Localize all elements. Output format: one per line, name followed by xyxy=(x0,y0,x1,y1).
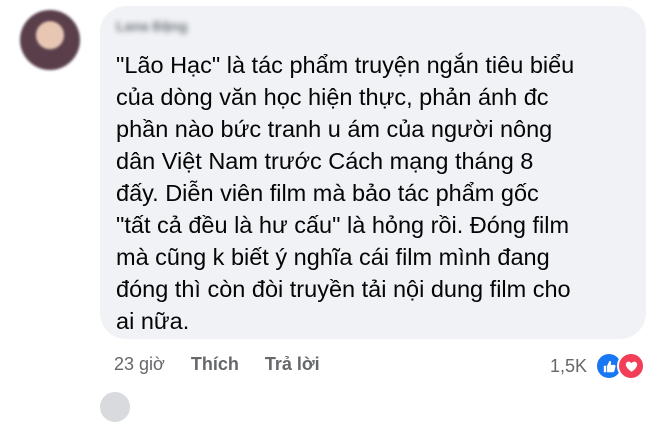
love-icon xyxy=(617,352,645,380)
like-button[interactable]: Thích xyxy=(191,354,239,375)
reply-button[interactable]: Trả lời xyxy=(265,354,320,375)
comment-text: "Lão Hạc" là tác phẩm truyện ngắn tiêu b… xyxy=(116,52,575,334)
timestamp[interactable]: 23 giờ xyxy=(114,354,165,375)
next-comment-avatar[interactable] xyxy=(100,392,130,422)
reaction-count[interactable]: 1,5K xyxy=(550,356,587,377)
avatar[interactable] xyxy=(20,10,80,70)
reactions-summary[interactable]: 1,5K xyxy=(550,352,645,380)
comment-bubble: Lana Đặng "Lão Hạc" là tác phẩm truyện n… xyxy=(100,6,646,339)
comment-actions: 23 giờ Thích Trả lời xyxy=(114,354,346,375)
author-name[interactable]: Lana Đặng xyxy=(116,18,188,34)
